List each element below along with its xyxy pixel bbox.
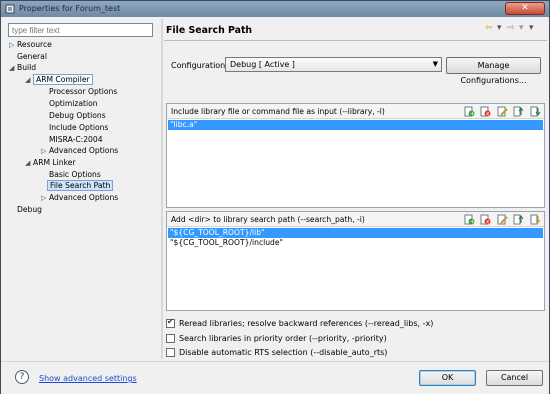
- tree-item-optimization[interactable]: Optimization: [49, 98, 98, 109]
- svg-text:+: +: [470, 219, 475, 225]
- window-title: Properties for Forum_test: [19, 4, 121, 13]
- tree-item-build[interactable]: ◢ Build: [9, 62, 36, 73]
- forward-arrow-icon[interactable]: ⇨: [507, 23, 515, 33]
- tree-item-debug-options[interactable]: Debug Options: [49, 110, 106, 121]
- expand-icon[interactable]: ▷: [9, 40, 17, 51]
- move-down-icon[interactable]: [530, 106, 541, 117]
- back-menu-chevron-icon[interactable]: ▾: [497, 23, 502, 33]
- delete-icon[interactable]: x: [480, 106, 491, 118]
- tree-item-general[interactable]: General: [17, 51, 47, 62]
- move-up-icon[interactable]: [513, 106, 524, 117]
- collapse-icon[interactable]: ◢: [9, 63, 17, 74]
- library-search-path-toolbar: + x: [461, 214, 541, 226]
- list-item[interactable]: "${CG_TOOL_ROOT}/include": [168, 238, 543, 248]
- collapse-icon[interactable]: ◢: [25, 75, 33, 86]
- ok-button[interactable]: OK: [419, 370, 476, 386]
- include-library-toolbar: + x: [461, 106, 541, 118]
- manage-configurations-button[interactable]: Manage Configurations...: [446, 57, 541, 85]
- edit-icon[interactable]: [497, 214, 508, 225]
- checkbox-unchecked[interactable]: [166, 348, 175, 357]
- tree-item-linker-advanced-options[interactable]: ▷ Advanced Options: [41, 192, 118, 203]
- tree-item-arm-compiler[interactable]: ◢ ARM Compiler: [25, 74, 93, 85]
- tree-item-processor-options[interactable]: Processor Options: [49, 86, 117, 97]
- preferences-tree: ▷ Resource General ◢ Build ◢ ARM Compiler P…: [7, 39, 157, 349]
- back-arrow-icon[interactable]: ⇦: [485, 23, 493, 33]
- view-menu-icon[interactable]: ▾: [529, 23, 534, 33]
- svg-text:+: +: [470, 111, 475, 117]
- cancel-button[interactable]: Cancel: [486, 370, 543, 386]
- configuration-select[interactable]: Debug [ Active ] ▼: [225, 57, 442, 72]
- properties-window: Properties for Forum_test ✕ ▷Resource Ge…: [0, 0, 550, 394]
- svg-text:x: x: [486, 111, 490, 117]
- tree-item-basic-options[interactable]: Basic Options: [49, 169, 101, 180]
- tree-item-compiler-advanced-options[interactable]: ▷ Advanced Options: [41, 145, 118, 156]
- title-bar: Properties for Forum_test ✕: [1, 1, 549, 17]
- close-icon: ✕: [521, 3, 529, 13]
- include-library-list[interactable]: "libc.a": [168, 120, 543, 130]
- forward-menu-chevron-icon[interactable]: ▾: [519, 23, 524, 33]
- list-item[interactable]: "${CG_TOOL_ROOT}/lib": [168, 228, 543, 238]
- checkbox-checked[interactable]: [166, 317, 175, 328]
- library-search-path-list[interactable]: "${CG_TOOL_ROOT}/lib" "${CG_TOOL_ROOT}/i…: [168, 228, 543, 248]
- delete-icon[interactable]: x: [480, 214, 491, 226]
- tree-item-resource[interactable]: ▷ Resource: [9, 39, 52, 50]
- close-button[interactable]: ✕: [505, 2, 545, 15]
- edit-icon[interactable]: [497, 106, 508, 117]
- properties-icon: [5, 4, 15, 14]
- checkbox-unchecked[interactable]: [166, 334, 175, 343]
- add-icon[interactable]: +: [464, 106, 475, 118]
- tree-item-debug[interactable]: Debug: [17, 204, 42, 215]
- show-advanced-settings-link[interactable]: Show advanced settings: [39, 374, 137, 383]
- filter-input[interactable]: [8, 23, 153, 37]
- move-up-icon[interactable]: [513, 214, 524, 225]
- expand-icon[interactable]: ▷: [41, 193, 49, 204]
- title-separator: [164, 40, 547, 41]
- include-library-header: Include library file or command file as …: [167, 104, 544, 119]
- library-search-path-header: Add <dir> to library search path (--sear…: [167, 212, 544, 227]
- history-navigation: ⇦ ▾ ⇨ ▾ ▾: [485, 23, 545, 35]
- tree-item-include-options[interactable]: Include Options: [49, 122, 108, 133]
- collapse-icon[interactable]: ◢: [25, 158, 33, 169]
- svg-text:x: x: [486, 219, 490, 225]
- sash[interactable]: [161, 19, 163, 359]
- tree-item-arm-linker[interactable]: ◢ ARM Linker: [25, 157, 76, 168]
- include-library-panel: Include library file or command file as …: [166, 103, 545, 208]
- tree-item-file-search-path[interactable]: File Search Path: [47, 180, 114, 191]
- page-title: File Search Path: [166, 25, 253, 36]
- add-icon[interactable]: +: [464, 214, 475, 226]
- configuration-label: Configuration:: [171, 61, 228, 70]
- tree-item-misra[interactable]: MISRA-C:2004: [49, 134, 103, 145]
- expand-icon[interactable]: ▷: [41, 146, 49, 157]
- list-item[interactable]: "libc.a": [168, 120, 543, 130]
- library-search-path-panel: Add <dir> to library search path (--sear…: [166, 211, 545, 311]
- help-icon[interactable]: ?: [15, 370, 29, 384]
- move-down-icon[interactable]: [530, 214, 541, 225]
- dropdown-arrow-icon: ▼: [432, 60, 438, 68]
